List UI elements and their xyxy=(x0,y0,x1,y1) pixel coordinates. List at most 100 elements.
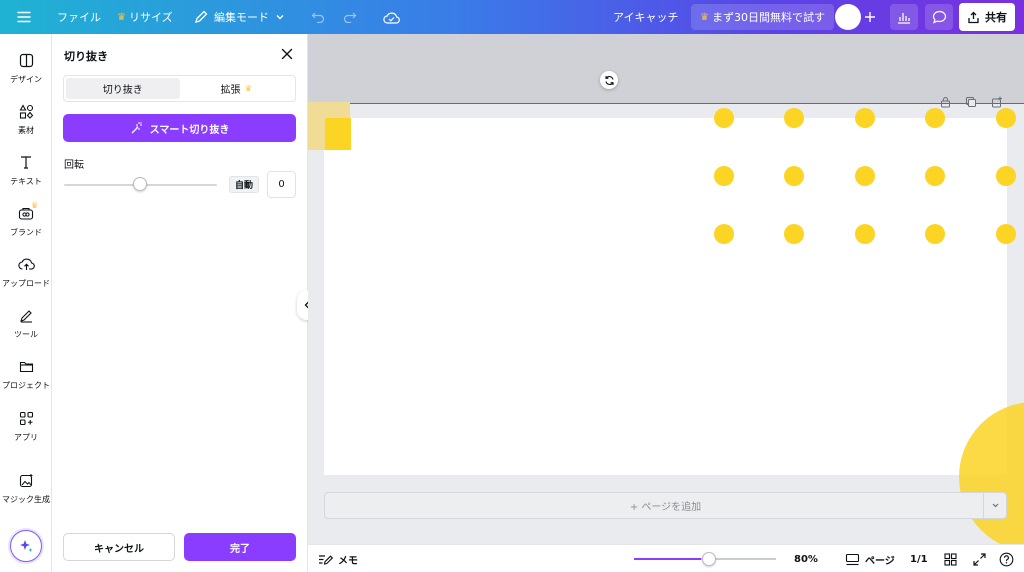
rail-label: ブランド xyxy=(10,228,42,237)
yellow-dot-shape[interactable] xyxy=(925,224,945,244)
comment-icon[interactable] xyxy=(925,4,953,30)
pen-tool-icon xyxy=(16,305,36,325)
crop-boundary[interactable] xyxy=(308,103,1024,104)
add-page-options[interactable] xyxy=(983,492,1007,519)
left-rail: デザイン 素材 テキスト ♛ ブランド アップロード ツール プロジェクト アプ… xyxy=(0,34,52,572)
hamburger-icon[interactable] xyxy=(17,0,31,34)
resize-label: リサイズ xyxy=(128,11,173,24)
zoom-level[interactable]: 80% xyxy=(794,545,818,572)
zoom-slider-thumb[interactable] xyxy=(702,552,716,566)
crown-icon: ♛ xyxy=(117,11,126,23)
pages-icon xyxy=(845,553,860,565)
yellow-dot-shape[interactable] xyxy=(714,224,734,244)
yellow-dot-shape[interactable] xyxy=(855,108,875,128)
crown-icon: ♛ xyxy=(31,201,39,210)
rail-label: アップロード xyxy=(2,279,50,288)
yellow-dot-shape[interactable] xyxy=(784,224,804,244)
help-icon[interactable] xyxy=(999,545,1014,572)
yellow-dot-shape[interactable] xyxy=(855,166,875,186)
yellow-dot-shape[interactable] xyxy=(784,166,804,186)
apps-icon xyxy=(16,408,36,428)
done-button[interactable]: 完了 xyxy=(184,533,296,561)
redo-icon[interactable] xyxy=(343,0,357,34)
smart-crop-button[interactable]: スマート切り抜き xyxy=(63,114,296,142)
pages-label: ページ xyxy=(865,555,895,567)
pages-button[interactable]: ページ xyxy=(845,545,895,572)
rail-item-uploads[interactable]: アップロード xyxy=(0,254,52,289)
folder-icon xyxy=(16,356,36,376)
rail-label: アプリ xyxy=(14,433,38,442)
avatar[interactable] xyxy=(835,4,861,30)
cloud-saved-icon[interactable] xyxy=(383,0,400,34)
resize-button[interactable]: ♛ リサイズ xyxy=(117,0,173,34)
yellow-square-shape[interactable] xyxy=(325,118,351,150)
zoom-slider-fill xyxy=(634,558,701,560)
rail-item-tools[interactable]: ツール xyxy=(0,305,52,340)
cancel-button[interactable]: キャンセル xyxy=(63,533,175,561)
duplicate-icon[interactable] xyxy=(965,96,977,111)
edit-mode-dropdown[interactable]: 編集モード xyxy=(194,0,285,34)
rail-label: テキスト xyxy=(10,177,42,186)
rail-item-projects[interactable]: プロジェクト xyxy=(0,356,52,391)
cloud-upload-icon xyxy=(16,254,36,274)
edit-mode-label: 編集モード xyxy=(214,11,269,24)
auto-rotate-button[interactable]: 自動 xyxy=(229,176,260,193)
grid-view-icon[interactable] xyxy=(944,545,957,572)
notes-label: メモ xyxy=(338,555,358,567)
tab-expand-label: 拡張 xyxy=(220,85,241,96)
rotation-input[interactable]: 0 xyxy=(267,171,296,198)
add-page-button[interactable]: + ページを追加 xyxy=(324,492,1007,519)
page-count[interactable]: 1/1 xyxy=(910,545,928,572)
magic-wand-icon xyxy=(131,122,142,134)
top-bar: ファイル ♛ リサイズ 編集モード アイキャッチ ♛ まず30日間無料で試す 共… xyxy=(0,0,1024,34)
pencil-icon xyxy=(195,10,208,23)
plus-icon[interactable] xyxy=(864,0,876,34)
undo-icon[interactable] xyxy=(311,0,325,34)
bottom-bar: メモ 80% ページ 1/1 xyxy=(308,544,1024,572)
rail-item-brand[interactable]: ♛ ブランド xyxy=(0,201,52,238)
file-menu[interactable]: ファイル xyxy=(57,0,101,34)
notes-button[interactable]: メモ xyxy=(318,545,358,572)
share-label: 共有 xyxy=(985,11,1007,24)
canvas-area: + ページを追加 xyxy=(308,34,1024,544)
chevron-down-icon xyxy=(992,503,999,508)
yellow-dot-shape[interactable] xyxy=(855,224,875,244)
yellow-dot-shape[interactable] xyxy=(714,108,734,128)
close-icon[interactable] xyxy=(280,47,294,64)
design-title[interactable]: アイキャッチ xyxy=(613,0,678,34)
yellow-dot-shape[interactable] xyxy=(925,166,945,186)
sparkle-icon xyxy=(20,540,33,552)
rail-label: ツール xyxy=(14,330,38,339)
yellow-dot-shape[interactable] xyxy=(996,108,1016,128)
rotation-slider-thumb[interactable] xyxy=(133,177,147,191)
yellow-dot-shape[interactable] xyxy=(996,224,1016,244)
tab-expand[interactable]: 拡張 ♛ xyxy=(180,78,294,99)
yellow-dot-shape[interactable] xyxy=(996,166,1016,186)
rotate-icon xyxy=(604,75,614,85)
magic-assistant-button[interactable] xyxy=(10,530,42,562)
smart-crop-label: スマート切り抜き xyxy=(149,124,230,136)
tab-crop[interactable]: 切り抜き xyxy=(66,78,180,99)
rail-item-text[interactable]: テキスト xyxy=(0,152,52,187)
insights-icon[interactable] xyxy=(890,4,918,30)
yellow-dot-shape[interactable] xyxy=(714,166,734,186)
rail-item-magic-media[interactable]: マジック生成 xyxy=(0,470,52,505)
rail-label: デザイン xyxy=(10,75,42,84)
rail-label: プロジェクト xyxy=(2,381,50,390)
rail-label: 素材 xyxy=(18,126,34,135)
design-page[interactable] xyxy=(324,118,1007,475)
rail-item-apps[interactable]: アプリ xyxy=(0,408,52,443)
fullscreen-icon[interactable] xyxy=(973,545,986,572)
free-trial-button[interactable]: ♛ まず30日間無料で試す xyxy=(691,4,834,30)
shapes-icon xyxy=(16,101,36,121)
yellow-dot-shape[interactable] xyxy=(784,108,804,128)
share-button[interactable]: 共有 xyxy=(959,3,1015,31)
share-upload-icon xyxy=(968,11,979,23)
crown-icon: ♛ xyxy=(700,11,709,23)
rotate-handle[interactable] xyxy=(600,71,618,89)
rail-item-elements[interactable]: 素材 xyxy=(0,101,52,136)
rotation-label: 回転 xyxy=(64,160,84,171)
rail-item-design[interactable]: デザイン xyxy=(0,50,52,85)
yellow-dot-shape[interactable] xyxy=(925,108,945,128)
lock-icon[interactable] xyxy=(940,96,951,111)
